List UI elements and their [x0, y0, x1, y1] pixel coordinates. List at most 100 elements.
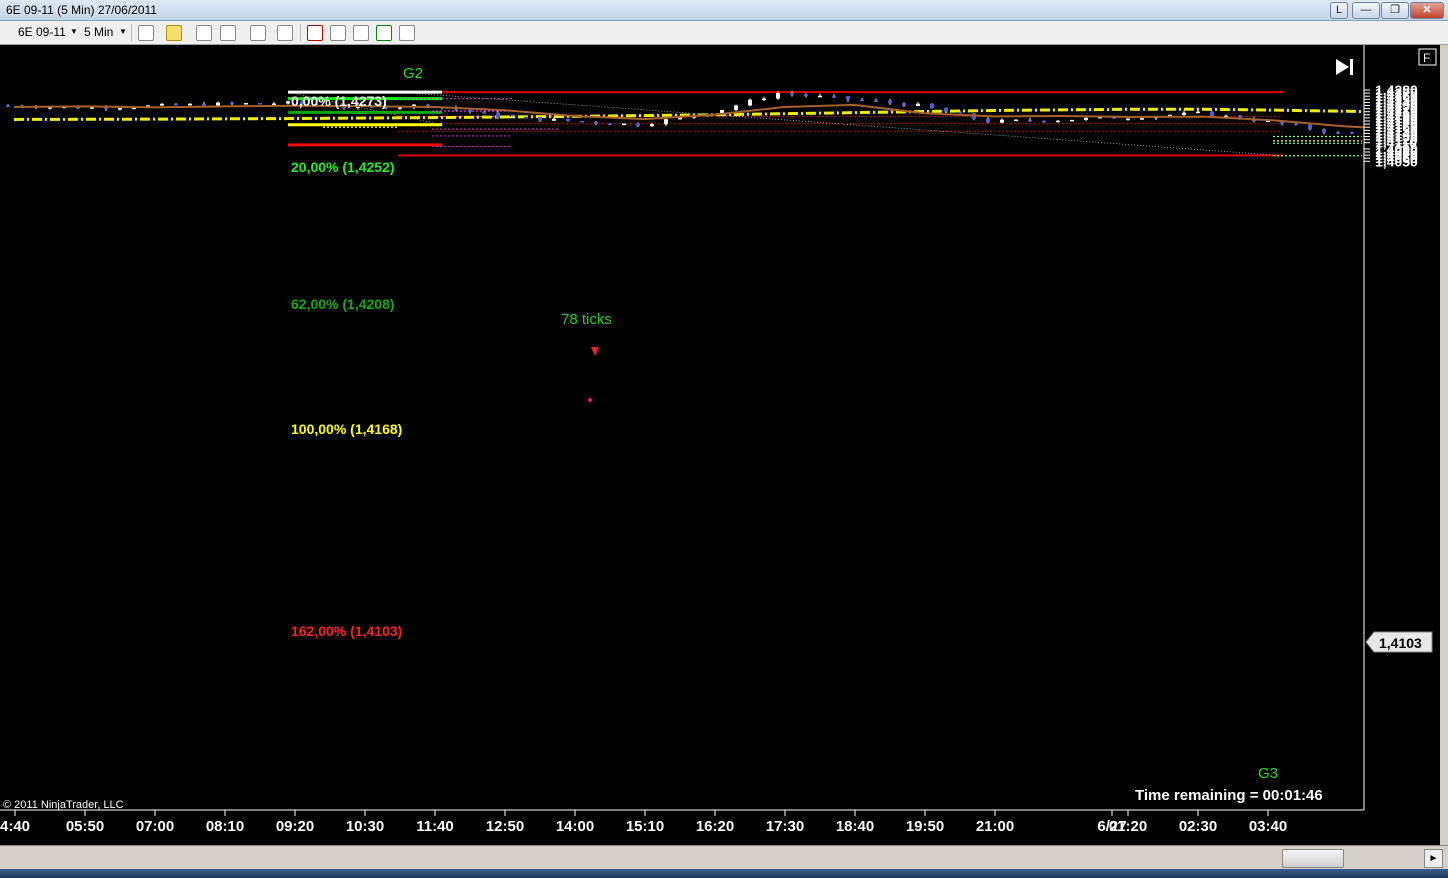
- bar-type-icon[interactable]: [138, 25, 154, 41]
- candle-body: [1196, 111, 1200, 114]
- candle-body: [1322, 129, 1326, 133]
- candle-body: [734, 105, 738, 110]
- fib-0-label: 0,00% (1,4273): [291, 93, 387, 109]
- candle-body: [202, 103, 206, 106]
- candle-body: [622, 123, 626, 126]
- candle-body: [650, 124, 654, 127]
- toolbar-separator: [131, 24, 132, 41]
- candle-body: [958, 111, 962, 114]
- candle-body: [216, 102, 220, 106]
- time-tick-label: 12:50: [486, 818, 524, 835]
- candle-body: [1294, 123, 1298, 126]
- minimize-button[interactable]: —: [1352, 2, 1380, 19]
- time-tick-label: 09:20: [276, 818, 314, 835]
- f-button-label: F: [1423, 51, 1430, 65]
- interval-selector[interactable]: 5 Min: [84, 24, 113, 40]
- time-tick-label: 01:20: [1109, 818, 1147, 835]
- chart-background: [0, 45, 1440, 845]
- template-icon[interactable]: [399, 25, 415, 41]
- indicator-icon[interactable]: [196, 25, 212, 41]
- candle-body: [832, 95, 836, 98]
- candle-body: [1308, 124, 1312, 130]
- candle-body: [930, 103, 934, 109]
- candle-body: [1000, 119, 1004, 123]
- candle-body: [1028, 119, 1032, 122]
- time-tick-label: 11:40: [416, 818, 454, 835]
- candle-body: [1140, 118, 1144, 120]
- candle-body: [762, 98, 766, 101]
- data-box-icon[interactable]: [330, 25, 346, 41]
- properties-icon[interactable]: [353, 25, 369, 41]
- time-tick-label: 16:20: [696, 818, 734, 835]
- strategy-icon[interactable]: [220, 25, 236, 41]
- time-tick-label: 17:30: [766, 818, 804, 835]
- signal-dot: [588, 398, 592, 402]
- candle-body: [272, 103, 276, 106]
- maximize-button[interactable]: ❐: [1381, 2, 1409, 19]
- ticks-label: 78 ticks: [561, 311, 612, 328]
- candle-body: [804, 94, 808, 96]
- candle-body: [174, 103, 178, 106]
- candle-body: [1084, 117, 1088, 120]
- candle-body: [776, 93, 780, 99]
- candle-body: [1336, 132, 1340, 134]
- candle-body: [538, 116, 542, 121]
- order-entry-icon[interactable]: [307, 25, 323, 41]
- fib-20-label: 20,00% (1,4252): [291, 159, 395, 175]
- price-chart[interactable]: 1,42801,42701,42601,42501,42401,42301,42…: [0, 45, 1440, 845]
- candle-body: [286, 101, 290, 104]
- candle-body: [818, 95, 822, 98]
- copyright-label: © 2011 NinjaTrader, LLC: [3, 799, 124, 811]
- candle-body: [1056, 120, 1060, 123]
- zoom-icon[interactable]: [277, 25, 293, 41]
- candle-body: [1042, 120, 1046, 123]
- candle-body: [986, 118, 990, 123]
- time-tick-label: 21:00: [976, 818, 1014, 835]
- instrument-selector[interactable]: 6E 09-11: [18, 24, 66, 40]
- candle-body: [258, 103, 262, 105]
- time-tick-label: 18:40: [836, 818, 874, 835]
- chart-trader-icon[interactable]: [376, 25, 392, 41]
- candle-body: [230, 102, 234, 105]
- time-tick-label: 03:40: [1249, 818, 1287, 835]
- candle-body: [1350, 132, 1354, 134]
- candle-body: [874, 100, 878, 102]
- time-tick-label: 19:50: [906, 818, 944, 835]
- candle-body: [608, 123, 612, 125]
- window-title-bar: 6E 09-11 (5 Min) 27/06/2011 L — ❐ ✕: [0, 0, 1448, 21]
- time-tick-label: 05:50: [66, 818, 104, 835]
- candle-body: [188, 103, 192, 106]
- drawing-pencil-icon[interactable]: [166, 25, 182, 41]
- chevron-down-icon[interactable]: ▼: [70, 24, 78, 40]
- close-button[interactable]: ✕: [1410, 2, 1444, 19]
- horizontal-scrollbar[interactable]: ►: [0, 845, 1448, 870]
- taskbar: [0, 869, 1448, 878]
- toolbar-separator: [300, 24, 301, 41]
- time-tick-label: 4:40: [0, 818, 30, 835]
- crosshair-icon[interactable]: [250, 25, 266, 41]
- fib-62-label: 62,00% (1,4208): [291, 296, 395, 312]
- candle-body: [160, 103, 164, 106]
- last-price-marker: 1,4103: [1365, 631, 1433, 653]
- candle-body: [944, 108, 948, 112]
- time-tick-label: 08:10: [206, 818, 244, 835]
- candle-body: [118, 108, 122, 110]
- last-price-label: 1,4103: [1379, 635, 1422, 651]
- candle-body: [748, 99, 752, 106]
- chevron-down-icon[interactable]: ▼: [119, 24, 127, 40]
- scrollbar-thumb[interactable]: [1282, 849, 1344, 868]
- candle-body: [846, 96, 850, 100]
- candle-body: [524, 116, 528, 119]
- time-tick-label: 07:00: [136, 818, 174, 835]
- candle-body: [790, 93, 794, 95]
- candle-body: [244, 103, 248, 105]
- chart-toolbar: 6E 09-11 ▼ 5 Min ▼: [0, 21, 1448, 45]
- candle-body: [6, 105, 10, 107]
- candle-body: [888, 100, 892, 104]
- link-button[interactable]: L: [1330, 2, 1348, 19]
- candle-body: [566, 118, 570, 122]
- scroll-right-arrow-icon[interactable]: ►: [1424, 849, 1443, 868]
- candle-body: [664, 119, 668, 125]
- time-tick-label: 10:30: [346, 818, 384, 835]
- candle-body: [860, 99, 864, 102]
